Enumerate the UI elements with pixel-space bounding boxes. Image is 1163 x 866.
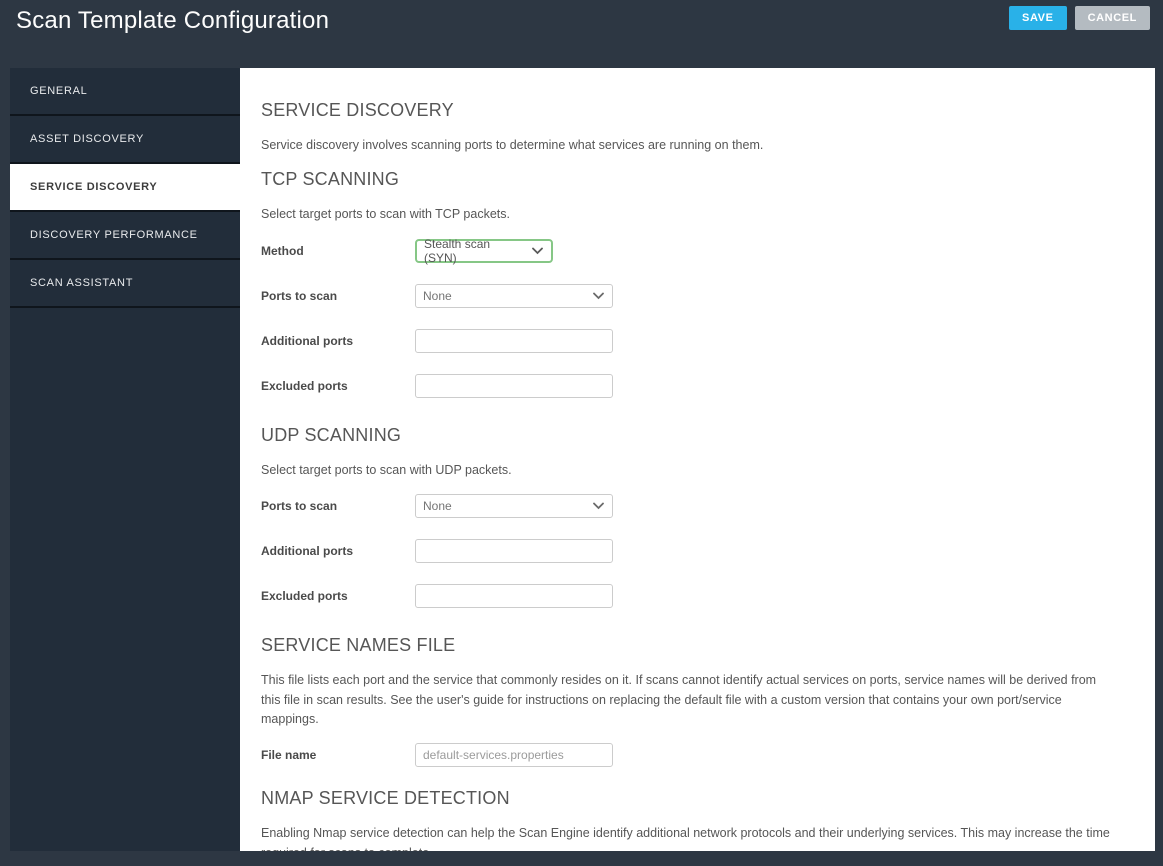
udp-ports-select[interactable]: None bbox=[415, 494, 613, 519]
file-name-row: File name bbox=[261, 743, 1111, 768]
tcp-ports-select[interactable]: None bbox=[415, 283, 613, 308]
udp-additional-ports-input[interactable] bbox=[415, 539, 613, 564]
nmap-service-detection-heading: NMAP SERVICE DETECTION bbox=[261, 788, 510, 809]
udp-additional-ports-label: Additional ports bbox=[261, 544, 353, 559]
sidebar-item-asset-discovery[interactable]: ASSET DISCOVERY bbox=[10, 116, 240, 164]
tcp-method-row: Method Stealth scan (SYN) bbox=[261, 236, 1111, 265]
tcp-excluded-ports-input[interactable] bbox=[415, 373, 613, 398]
udp-ports-selected-value: None bbox=[423, 499, 452, 514]
tcp-ports-selected-value: None bbox=[423, 288, 452, 303]
sidebar-item-scan-assistant[interactable]: SCAN ASSISTANT bbox=[10, 260, 240, 308]
udp-excluded-ports-input[interactable] bbox=[415, 584, 613, 609]
sidebar-item-service-discovery[interactable]: SERVICE DISCOVERY bbox=[10, 164, 240, 212]
tcp-scanning-heading: TCP SCANNING bbox=[261, 169, 400, 190]
tcp-ports-row: Ports to scan None bbox=[261, 283, 1111, 308]
cancel-button[interactable]: CANCEL bbox=[1074, 6, 1150, 30]
tcp-method-label: Method bbox=[261, 243, 304, 258]
chevron-down-icon bbox=[593, 292, 604, 300]
udp-excluded-ports-label: Excluded ports bbox=[261, 589, 348, 604]
file-name-label: File name bbox=[261, 748, 317, 763]
tcp-excluded-ports-label: Excluded ports bbox=[261, 378, 348, 393]
header-buttons: SAVE CANCEL bbox=[1009, 6, 1150, 30]
content-panel: SERVICE DISCOVERY Service discovery invo… bbox=[240, 68, 1155, 851]
udp-scanning-description: Select target ports to scan with UDP pac… bbox=[261, 462, 512, 477]
tcp-additional-ports-row: Additional ports bbox=[261, 328, 1111, 353]
tcp-additional-ports-label: Additional ports bbox=[261, 333, 353, 348]
udp-scanning-heading: UDP SCANNING bbox=[261, 424, 402, 445]
service-discovery-heading: SERVICE DISCOVERY bbox=[261, 100, 454, 120]
tcp-method-selected-value: Stealth scan (SYN) bbox=[424, 236, 491, 265]
tcp-additional-ports-input[interactable] bbox=[415, 328, 613, 353]
chevron-down-icon bbox=[532, 247, 543, 255]
service-discovery-description: Service discovery involves scanning port… bbox=[261, 138, 764, 152]
tcp-scanning-description: Select target ports to scan with TCP pac… bbox=[261, 207, 510, 222]
save-button[interactable]: SAVE bbox=[1009, 6, 1067, 30]
sidebar: GENERAL ASSET DISCOVERY SERVICE DISCOVER… bbox=[10, 68, 240, 851]
tcp-method-select[interactable]: Stealth scan (SYN) bbox=[415, 236, 553, 265]
tcp-ports-label: Ports to scan bbox=[261, 288, 338, 303]
nmap-service-detection-description: Enabling Nmap service detection can help… bbox=[261, 826, 1110, 851]
app-header: Scan Template Configuration SAVE CANCEL bbox=[0, 0, 1163, 68]
service-names-file-heading: SERVICE NAMES FILE bbox=[261, 635, 456, 656]
udp-additional-ports-row: Additional ports bbox=[261, 539, 1111, 564]
file-name-input[interactable] bbox=[415, 743, 613, 768]
chevron-down-icon bbox=[593, 502, 604, 510]
udp-excluded-ports-row: Excluded ports bbox=[261, 584, 1111, 609]
udp-ports-row: Ports to scan None bbox=[261, 494, 1111, 519]
udp-ports-label: Ports to scan bbox=[261, 499, 338, 514]
sidebar-item-discovery-performance[interactable]: DISCOVERY PERFORMANCE bbox=[10, 212, 240, 260]
page-title: Scan Template Configuration bbox=[16, 7, 330, 34]
service-names-file-description: This file lists each port and the servic… bbox=[261, 673, 1097, 726]
tcp-excluded-ports-row: Excluded ports bbox=[261, 373, 1111, 398]
sidebar-item-general[interactable]: GENERAL bbox=[10, 68, 240, 116]
